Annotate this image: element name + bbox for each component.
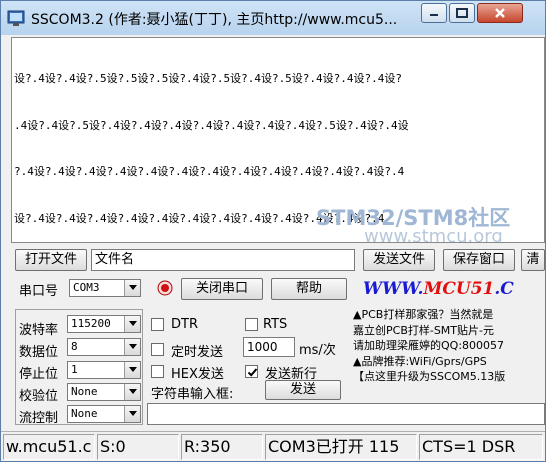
hex-send-checkbox[interactable]: [151, 365, 164, 378]
chevron-down-icon: [129, 389, 137, 394]
dtr-checkbox[interactable]: [151, 318, 164, 331]
receive-line: .4设?.4设?.5设?.4设?.4设?.4设?.4设?.4设?.4设?.4设?…: [14, 118, 409, 132]
chevron-down-icon: [129, 344, 137, 349]
save-window-button[interactable]: 保存窗口: [443, 249, 515, 271]
status-site: w.mcu51.c: [3, 434, 95, 460]
maximize-icon: [456, 8, 468, 18]
logo-www: WWW.: [363, 279, 424, 299]
clear-button[interactable]: 清: [521, 249, 545, 271]
mcu51-logo[interactable]: WWW.MCU51.C: [363, 279, 545, 303]
chevron-down-icon: [129, 411, 137, 416]
dtr-label: DTR: [171, 317, 198, 332]
stopbits-dropdown-arrow[interactable]: [124, 362, 140, 378]
close-button[interactable]: [477, 3, 523, 23]
hex-send-label: HEX发送: [171, 367, 224, 382]
app-window: SSCOM3.2 (作者:聂小猛(丁丁), 主页http://www.mcu5.…: [0, 0, 546, 462]
app-icon: [7, 10, 25, 26]
status-bar: w.mcu51.c S:0 R:350 COM3已打开 115 CTS=1 DS…: [1, 431, 545, 461]
status-send-count: S:0: [97, 434, 179, 460]
chevron-down-icon: [129, 285, 137, 290]
status-port-state: COM3已打开 115: [265, 434, 417, 460]
ad-panel[interactable]: ▲PCB打样那家强？当然就是 嘉立创PCB打样-SMT贴片-元 请加助理梁雁婷的…: [353, 307, 545, 399]
interval-input[interactable]: 1000: [243, 337, 295, 357]
open-file-button[interactable]: 打开文件: [15, 249, 87, 271]
close-port-button[interactable]: 关闭串口: [181, 278, 263, 300]
parity-select[interactable]: None: [67, 383, 141, 401]
flow-dropdown-arrow[interactable]: [124, 406, 140, 422]
port-select[interactable]: COM3: [69, 279, 141, 297]
record-indicator-icon: [157, 280, 173, 296]
flow-label: 流控制: [19, 411, 59, 426]
send-file-button[interactable]: 发送文件: [363, 249, 435, 271]
chevron-down-icon: [129, 321, 137, 326]
rts-checkbox[interactable]: [245, 318, 258, 331]
minimize-icon: [430, 14, 438, 16]
port-label: 串口号: [19, 284, 59, 299]
file-name-input[interactable]: 文件名: [91, 249, 355, 271]
flow-select[interactable]: None: [67, 405, 141, 423]
databits-label: 数据位: [19, 345, 59, 360]
timed-send-label: 定时发送: [171, 345, 224, 360]
string-input-label: 字符串输入框:: [151, 387, 234, 402]
send-newline-checkbox[interactable]: [245, 365, 258, 378]
rts-label: RTS: [263, 317, 288, 332]
checkmark-icon: [247, 368, 258, 377]
port-dropdown-arrow[interactable]: [124, 280, 140, 296]
title-bar[interactable]: SSCOM3.2 (作者:聂小猛(丁丁), 主页http://www.mcu5.…: [1, 1, 545, 35]
ad-line[interactable]: 嘉立创PCB打样-SMT贴片-元: [353, 323, 545, 339]
logo-mcu51: MCU51: [423, 279, 495, 299]
minimize-button[interactable]: [421, 3, 447, 23]
send-button[interactable]: 发送: [265, 380, 341, 400]
maximize-button[interactable]: [449, 3, 475, 23]
status-recv-count: R:350: [181, 434, 263, 460]
status-signals: CTS=1 DSR: [419, 434, 543, 460]
databits-dropdown-arrow[interactable]: [124, 339, 140, 355]
ad-line[interactable]: 【点这里升级为SSCOM5.13版: [353, 369, 545, 385]
parity-dropdown-arrow[interactable]: [124, 384, 140, 400]
stopbits-label: 停止位: [19, 367, 59, 382]
watermark: STM32/STM8社区 www.stmcu.org: [316, 202, 544, 243]
help-button[interactable]: 帮助: [271, 278, 347, 300]
timed-send-checkbox[interactable]: [151, 343, 164, 356]
baud-dropdown-arrow[interactable]: [124, 316, 140, 332]
baud-select[interactable]: 115200: [67, 315, 141, 333]
interval-unit: ms/次: [299, 343, 336, 358]
close-icon: [495, 8, 505, 18]
databits-select[interactable]: 8: [67, 338, 141, 356]
ad-line[interactable]: ▲PCB打样那家强？当然就是: [353, 307, 545, 323]
watermark-line2: www.stmcu.org: [364, 226, 503, 243]
ad-line[interactable]: ▲品牌推荐:WiFi/Gprs/GPS: [353, 354, 545, 370]
string-input[interactable]: [147, 403, 545, 425]
receive-line: 设?.4设?.4设?.5设?.5设?.5设?.4设?.5设?.4设?.5设?.4…: [14, 72, 403, 85]
window-title: SSCOM3.2 (作者:聂小猛(丁丁), 主页http://www.mcu5.…: [31, 12, 398, 28]
logo-suffix: .C: [494, 279, 514, 299]
parity-label: 校验位: [19, 389, 59, 404]
stopbits-select[interactable]: 1: [67, 361, 141, 379]
receive-area[interactable]: 设?.4设?.4设?.5设?.5设?.5设?.4设?.5设?.4设?.5设?.4…: [11, 37, 545, 243]
chevron-down-icon: [129, 367, 137, 372]
ad-line[interactable]: 请加助理梁雁婷的QQ:800057: [353, 338, 545, 354]
receive-line: ?.4设?.4设?.4设?.4设?.4设?.4设?.4设?.4设?.4设?.4设…: [14, 165, 405, 178]
baud-label: 波特率: [19, 323, 59, 338]
